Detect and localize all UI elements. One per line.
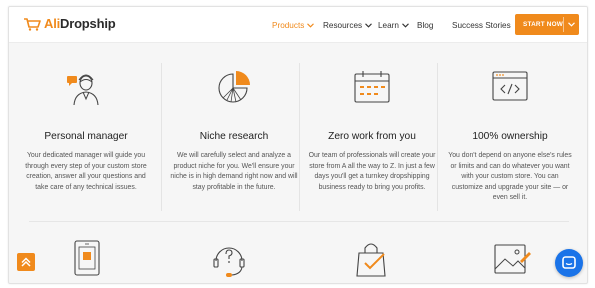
chevron-down-icon	[402, 22, 409, 28]
nav-item-products[interactable]: Products	[272, 20, 315, 30]
chat-bubble-icon	[562, 256, 576, 269]
nav-item-label: Blog	[417, 20, 434, 30]
live-chat-button[interactable]	[555, 249, 583, 277]
feature-card-personal-manager: Personal manager Your dedicated manager …	[17, 43, 155, 215]
feature-title: Personal manager	[44, 131, 128, 142]
nav-item-label: Products	[272, 20, 305, 30]
shopping-bag-check-icon	[356, 243, 386, 277]
section-divider	[29, 221, 569, 222]
column-divider	[437, 63, 438, 211]
pie-chart-icon	[218, 71, 250, 103]
nav-item-success-stories[interactable]: Success Stories	[452, 21, 511, 30]
scroll-to-top-button[interactable]	[17, 253, 35, 271]
brand-logo[interactable]: AliDropship	[23, 16, 116, 31]
top-navigation-bar: AliDropship Products Resources Learn Blo…	[9, 7, 587, 43]
feature-description: We will carefully select and analyze a p…	[170, 152, 298, 191]
feature-title: Zero work from you	[328, 131, 416, 142]
nav-item-blog[interactable]: Blog	[417, 21, 433, 30]
chevron-down-icon	[307, 22, 315, 28]
features-section: Personal manager Your dedicated manager …	[9, 43, 587, 223]
tablet-icon	[74, 240, 100, 276]
calendar-icon	[354, 71, 390, 103]
nav-item-label: Success Stories	[452, 20, 511, 30]
chevron-down-icon	[568, 22, 575, 27]
brand-name-accent: Ali	[44, 16, 61, 31]
feature-description: Your dedicated manager will guide you th…	[25, 152, 147, 191]
manager-icon	[67, 74, 99, 106]
start-now-button[interactable]: START NOW	[515, 14, 579, 35]
nav-item-label: Learn	[378, 20, 399, 30]
brand-name-rest: Dropship	[60, 16, 116, 31]
code-browser-icon	[492, 71, 528, 101]
feature-card-ownership: 100% ownership You don't depend on anyon…	[441, 43, 579, 215]
column-divider	[161, 63, 162, 211]
feature-title: Niche research	[199, 131, 269, 142]
cart-logo-icon	[24, 17, 41, 31]
column-divider	[299, 63, 300, 211]
feature-description: You don't depend on anyone else's rules …	[448, 152, 572, 202]
double-chevron-up-icon	[21, 257, 31, 267]
start-now-label: START NOW	[523, 21, 564, 28]
image-edit-icon	[494, 244, 531, 274]
feature-description: Our team of professionals will create yo…	[308, 152, 436, 191]
feature-title: 100% ownership	[472, 131, 548, 142]
brand-name: AliDropship	[44, 16, 116, 31]
button-divider	[563, 17, 564, 32]
nav-item-label: Resources	[323, 20, 363, 30]
feature-card-zero-work: Zero work from you Our team of professio…	[303, 43, 441, 215]
page-frame: AliDropship Products Resources Learn Blo…	[8, 6, 588, 284]
nav-item-resources[interactable]: Resources	[323, 20, 373, 30]
feature-card-niche-research: Niche research We will carefully select …	[165, 43, 303, 215]
chevron-down-icon	[365, 22, 373, 28]
nav-item-learn[interactable]: Learn	[378, 21, 409, 30]
support-headset-icon	[213, 247, 245, 277]
